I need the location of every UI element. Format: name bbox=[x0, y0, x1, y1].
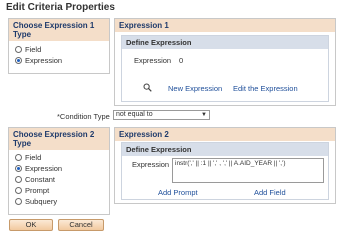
radio-button-selected[interactable] bbox=[15, 165, 22, 172]
radio-button[interactable] bbox=[15, 187, 22, 194]
expression2-group: Expression 2 Define Expression Expressio… bbox=[114, 127, 336, 204]
radio-button-selected[interactable] bbox=[15, 57, 22, 64]
expr1-type-header: Choose Expression 1 Type bbox=[9, 19, 109, 41]
expression1-label: Expression bbox=[134, 56, 172, 65]
radio-button[interactable] bbox=[15, 176, 22, 183]
radio-label: Expression bbox=[25, 164, 63, 173]
expression1-group: Expression 1 Define Expression Expressio… bbox=[114, 18, 336, 106]
new-expression-link[interactable]: New Expression bbox=[168, 84, 222, 93]
condition-type-value: not equal to bbox=[116, 111, 153, 118]
search-icon[interactable] bbox=[143, 83, 152, 92]
radio-button[interactable] bbox=[15, 154, 22, 161]
radio-label: Field bbox=[25, 153, 42, 162]
expr1-type-field-option[interactable]: Field bbox=[15, 44, 109, 55]
add-field-link[interactable]: Add Field bbox=[254, 188, 286, 197]
expr2-type-field-option[interactable]: Field bbox=[15, 152, 109, 163]
define-expression2-header: Define Expression bbox=[122, 143, 328, 156]
chevron-down-icon: ▼ bbox=[201, 112, 207, 118]
expr2-type-header: Choose Expression 2 Type bbox=[9, 128, 109, 150]
expr1-type-group: Choose Expression 1 Type Field Expressio… bbox=[8, 18, 110, 74]
condition-type-label: *Condition Type bbox=[57, 112, 110, 121]
expr1-type-expression-option[interactable]: Expression bbox=[15, 55, 109, 66]
expr2-type-expression-option[interactable]: Expression bbox=[15, 163, 109, 174]
expr2-type-prompt-option[interactable]: Prompt bbox=[15, 185, 109, 196]
radio-button[interactable] bbox=[15, 46, 22, 53]
expr2-type-subquery-option[interactable]: Subquery bbox=[15, 196, 109, 207]
edit-expression-link[interactable]: Edit the Expression bbox=[233, 84, 298, 93]
expr2-type-group: Choose Expression 2 Type Field Expressio… bbox=[8, 127, 110, 215]
expression2-header: Expression 2 bbox=[115, 128, 335, 141]
page-title: Edit Criteria Properties bbox=[6, 2, 115, 13]
radio-label: Constant bbox=[25, 175, 56, 184]
expression1-header: Expression 1 bbox=[115, 19, 335, 32]
expr2-type-constant-option[interactable]: Constant bbox=[15, 174, 109, 185]
ok-button[interactable]: OK bbox=[9, 219, 53, 231]
cancel-button[interactable]: Cancel bbox=[58, 219, 104, 231]
define-expression1-panel: Define Expression Expression 0 New Expre… bbox=[121, 35, 329, 102]
radio-label: Expression bbox=[25, 56, 63, 65]
define-expression1-header: Define Expression bbox=[122, 36, 328, 49]
add-prompt-link[interactable]: Add Prompt bbox=[158, 188, 198, 197]
radio-button[interactable] bbox=[15, 198, 22, 205]
define-expression2-panel: Define Expression Expression instr(',' |… bbox=[121, 142, 329, 200]
condition-type-select[interactable]: not equal to ▼ bbox=[113, 110, 210, 120]
radio-label: Subquery bbox=[25, 197, 58, 206]
expression2-textarea[interactable]: instr(',' || :1 || ',' , ',' || A.AID_YE… bbox=[172, 158, 324, 183]
radio-label: Prompt bbox=[25, 186, 50, 195]
expression1-value: 0 bbox=[179, 56, 184, 65]
radio-label: Field bbox=[25, 45, 42, 54]
expression2-label: Expression bbox=[132, 160, 170, 169]
